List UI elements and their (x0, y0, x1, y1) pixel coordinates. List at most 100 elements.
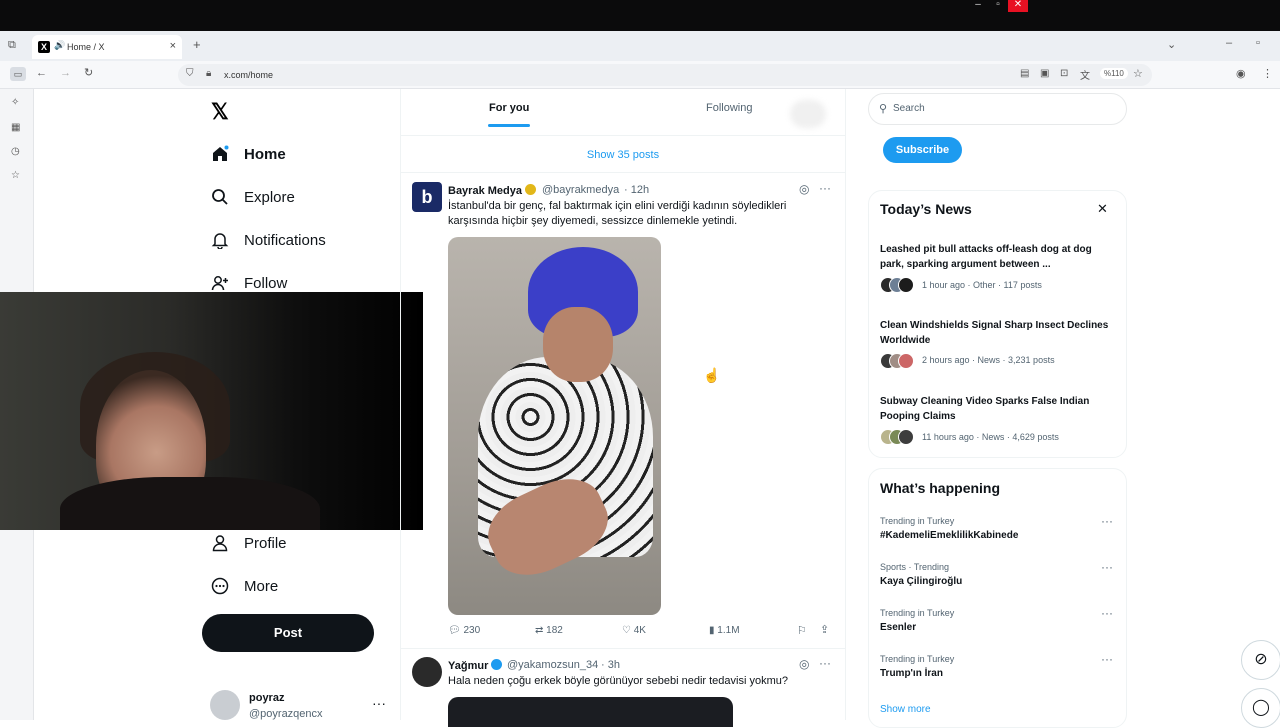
repost-button[interactable]: ⇄ 182 (535, 625, 563, 636)
close-tab-icon[interactable]: × (170, 40, 176, 52)
tweet-more-icon[interactable]: ··· (819, 656, 831, 670)
back-icon[interactable]: ← (36, 67, 47, 79)
minimize-icon[interactable]: – (968, 0, 988, 12)
nav-explore[interactable]: Explore (210, 182, 295, 212)
tweet-time[interactable]: · 3h (601, 659, 620, 671)
account-switcher[interactable]: poyraz @poyrazqencx ··· (210, 690, 390, 720)
search-input[interactable]: ⚲ Search (868, 93, 1127, 125)
tweet-text: Hala neden çoğu erkek böyle görünüyor se… (448, 675, 788, 687)
person-icon (210, 533, 230, 553)
news-item-title[interactable]: Clean Windshields Signal Sharp Insect De… (880, 318, 1118, 348)
nav-more-label: More (244, 577, 279, 595)
nav-more[interactable]: More (210, 571, 278, 601)
trend-name[interactable]: Kaya Çilingiroğlu (880, 576, 962, 587)
tab-for-you[interactable]: For you (489, 102, 529, 114)
like-button[interactable]: ♡ 4K (622, 625, 646, 636)
trend-context: Trending in Turkey (880, 654, 955, 664)
nav-profile[interactable]: Profile (210, 528, 287, 558)
picture-in-picture-icon[interactable]: ▣ (1040, 68, 1049, 79)
verified-badge-icon (525, 184, 536, 195)
bookmark-icon[interactable]: ⚐ (797, 624, 807, 637)
history-icon[interactable]: ◷ (11, 146, 20, 157)
account-more-icon[interactable]: ··· (372, 695, 386, 711)
reading-list-icon[interactable]: ▦ (11, 122, 20, 133)
reply-count: 230 (463, 625, 481, 636)
messages-float-icon[interactable]: ◯ (1241, 688, 1280, 728)
url-text[interactable]: x.com/home (224, 70, 273, 80)
browser-menu-icon[interactable]: ⋮ (1262, 67, 1273, 80)
speaker-icon[interactable]: 🔊 (54, 40, 65, 51)
grok-float-icon[interactable]: ⊘ (1241, 640, 1280, 680)
trend-more-icon[interactable]: ··· (1101, 652, 1113, 666)
bookmark-star-icon[interactable]: ☆ (1133, 67, 1143, 80)
tweet-more-icon[interactable]: ··· (819, 181, 831, 195)
trend-context: Trending in Turkey (880, 516, 955, 526)
grok-icon[interactable]: ◎ (799, 657, 809, 671)
reader-icon[interactable]: ▤ (1020, 68, 1029, 79)
post-button[interactable]: Post (202, 614, 374, 652)
views-button[interactable]: ▮ 1.1M (709, 625, 740, 636)
browser-minimize-icon[interactable]: – (1226, 37, 1232, 49)
address-bar[interactable]: ⛉ 🔒︎ ▤ ▣ ⊡ 文 %110 ☆ (178, 64, 1152, 86)
bell-icon (210, 230, 230, 250)
reply-button[interactable]: 💬︎ 230 (448, 625, 480, 636)
tab-actions-icon[interactable]: ⧉ (8, 39, 16, 52)
tweet-author-name[interactable]: Bayrak Medya (448, 184, 536, 197)
news-item-title[interactable]: Leashed pit bull attacks off-leash dog a… (880, 242, 1118, 272)
media-face (543, 307, 613, 382)
tab-strip: ⧉ + ⌄ – ▫ (0, 31, 1280, 61)
close-icon[interactable]: ✕ (1097, 201, 1108, 217)
show-more-link[interactable]: Show more (880, 704, 931, 715)
forward-icon[interactable]: → (60, 67, 71, 79)
favorites-icon[interactable]: ☆ (11, 170, 20, 181)
tweet-handle[interactable]: @yakamozsun_34 (507, 659, 598, 671)
trend-name[interactable]: Trump'ın İran (880, 668, 943, 679)
screenshot-icon[interactable]: ⊡ (1060, 68, 1068, 79)
tweet-media[interactable] (448, 237, 661, 615)
avatar (898, 277, 914, 293)
settings-icon[interactable] (790, 100, 826, 128)
tweet-media[interactable] (448, 697, 733, 727)
lock-icon[interactable]: 🔒︎ (206, 68, 211, 79)
tab-following[interactable]: Following (706, 102, 752, 114)
show-new-posts[interactable]: Show 35 posts (401, 137, 845, 173)
tweet-avatar[interactable]: b (412, 182, 442, 212)
news-item-title[interactable]: Subway Cleaning Video Sparks False India… (880, 394, 1118, 424)
trend-more-icon[interactable]: ··· (1101, 560, 1113, 574)
tab-search-icon[interactable]: ⌄ (1167, 38, 1176, 51)
sidebar-toggle-icon[interactable]: ▭ (10, 67, 26, 81)
subscribe-button[interactable]: Subscribe (883, 137, 962, 163)
profile-icon[interactable]: ◉ (1236, 67, 1246, 80)
nav-home[interactable]: Home (210, 139, 286, 169)
x-logo[interactable]: 𝕏 (211, 99, 229, 125)
tweet-author-name[interactable]: Yağmur (448, 659, 503, 672)
home-icon (210, 144, 230, 164)
trend-more-icon[interactable]: ··· (1101, 514, 1113, 528)
close-window-icon[interactable]: ✕ (1008, 0, 1028, 12)
trend-name[interactable]: Esenler (880, 622, 916, 633)
restore-icon[interactable]: ▫ (988, 0, 1008, 12)
browser-tab[interactable]: X 🔊 Home / X × (32, 35, 182, 59)
os-title-bar: – ▫ ✕ (0, 0, 1280, 31)
follow-icon (210, 273, 230, 293)
trend-name[interactable]: #KademeliEmeklilikKabinede (880, 530, 1018, 541)
trend-more-icon[interactable]: ··· (1101, 606, 1113, 620)
nav-notifications[interactable]: Notifications (210, 225, 326, 255)
nav-explore-label: Explore (244, 188, 295, 206)
grok-icon[interactable]: ◎ (799, 182, 809, 196)
browser-restore-icon[interactable]: ▫ (1256, 37, 1260, 49)
account-handle: @poyrazqencx (249, 708, 323, 720)
shield-icon[interactable]: ⛉ (186, 68, 194, 79)
reload-icon[interactable]: ↻ (84, 66, 93, 79)
tweet-handle[interactable]: @bayrakmedya (542, 184, 619, 196)
whats-happening-panel (868, 468, 1127, 728)
share-icon[interactable]: ⇪ (820, 623, 829, 636)
tweet-time[interactable]: · 12h (624, 184, 649, 196)
zoom-level[interactable]: %110 (1100, 68, 1128, 79)
pin-icon[interactable]: ✧ (11, 97, 19, 108)
translate-icon[interactable]: 文 (1080, 67, 1090, 82)
new-tab-icon[interactable]: + (193, 37, 201, 52)
like-count: 4K (633, 625, 646, 636)
tweet-author-name-text: Yağmur (448, 660, 489, 672)
tweet-avatar[interactable] (412, 657, 442, 687)
